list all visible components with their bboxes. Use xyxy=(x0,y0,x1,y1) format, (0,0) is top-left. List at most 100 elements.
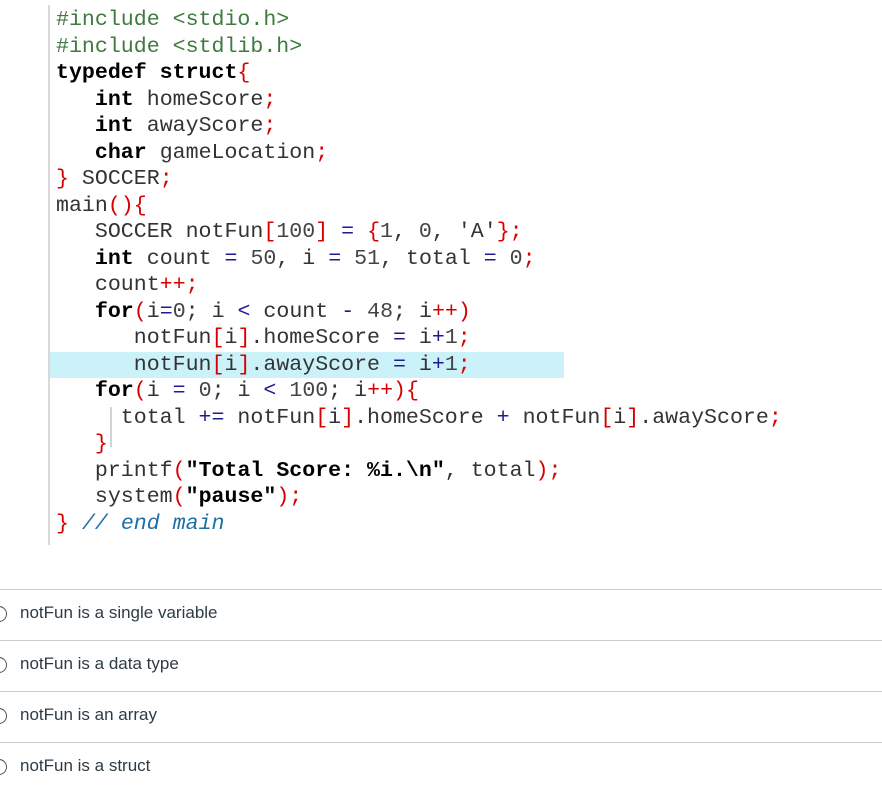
code-token: , xyxy=(393,220,419,244)
radio-button[interactable] xyxy=(0,657,7,673)
code-token: = xyxy=(224,246,238,271)
code-token: = xyxy=(392,326,406,350)
code-token: awayScore xyxy=(133,114,264,138)
code-token: i xyxy=(613,405,627,430)
code-token: , i xyxy=(276,246,329,271)
code-token: = xyxy=(392,352,406,377)
code-line: system("pause"); xyxy=(50,484,302,510)
code-token: ( xyxy=(133,379,147,403)
code-token: notFun xyxy=(56,326,212,350)
code-token: ; xyxy=(315,140,329,165)
code-token: "Total Score: %i.\n" xyxy=(185,458,445,483)
code-token: ] xyxy=(315,220,329,244)
code-token: .awayScore xyxy=(250,352,393,377)
code-token: gameLocation xyxy=(146,140,316,165)
radio-button[interactable] xyxy=(0,708,7,724)
code-token: ; xyxy=(522,246,536,271)
code-token: } xyxy=(94,432,108,456)
code-token: i xyxy=(224,352,238,377)
code-line: int homeScore; xyxy=(50,87,276,113)
code-token: // end main xyxy=(81,511,225,536)
code-token: printf xyxy=(56,458,173,483)
code-token: 0 xyxy=(198,379,212,403)
code-token: ; xyxy=(159,167,173,191)
code-line: count++; xyxy=(50,272,199,298)
code-token: } xyxy=(56,167,69,191)
code-token: main xyxy=(56,193,108,218)
code-token: ] xyxy=(237,326,251,350)
answer-option-label: notFun is a data type xyxy=(20,654,179,673)
code-token: notFun xyxy=(509,405,601,430)
code-token: - xyxy=(341,299,355,324)
code-token: = xyxy=(328,246,342,271)
code-token: int xyxy=(94,114,134,138)
code-token: ++){ xyxy=(367,379,419,403)
code-token: ++; xyxy=(159,273,199,297)
code-token: "pause" xyxy=(185,485,277,509)
code-token: count xyxy=(250,299,342,324)
answer-option[interactable]: notFun is a struct xyxy=(0,742,882,793)
code-token: = xyxy=(328,220,368,244)
code-token: i xyxy=(405,326,432,350)
code-token: #include <stdlib.h> xyxy=(56,34,303,59)
code-token: count xyxy=(133,246,225,271)
radio-button[interactable] xyxy=(0,606,7,622)
code-line: char gameLocation; xyxy=(50,140,328,166)
code-token: ; xyxy=(768,405,782,430)
code-line: #include <stdio.h> xyxy=(50,7,289,33)
code-token: for xyxy=(94,379,134,403)
answer-option-label: notFun is an array xyxy=(20,705,158,724)
code-token: int xyxy=(94,246,134,271)
code-line: SOCCER notFun[100] = {1, 0, 'A'}; xyxy=(50,219,523,245)
code-token: notFun xyxy=(224,405,316,430)
code-token: .homeScore xyxy=(250,326,393,350)
code-token: [ xyxy=(600,405,614,430)
code-token: 1 xyxy=(444,326,458,350)
code-line: typedef struct{ xyxy=(50,60,250,86)
answer-option[interactable]: notFun is a single variable xyxy=(0,589,882,640)
code-token: 1 xyxy=(380,220,393,244)
code-token: = xyxy=(159,299,173,324)
code-token: [ xyxy=(315,405,329,430)
code-token: = xyxy=(483,246,497,271)
code-token: ( xyxy=(172,458,186,483)
answer-option[interactable]: notFun is an array xyxy=(0,691,882,742)
answer-option-label: notFun is a single variable xyxy=(20,603,218,622)
code-token: i xyxy=(224,326,238,350)
code-token: ; i xyxy=(393,299,432,324)
code-token: 0 xyxy=(509,246,523,271)
code-token: }; xyxy=(496,220,523,244)
radio-button[interactable] xyxy=(0,759,7,775)
answer-option[interactable]: notFun is a data type xyxy=(0,640,882,691)
code-token: = xyxy=(172,379,186,403)
code-token: ; xyxy=(263,114,277,138)
code-snippet: #include <stdio.h> #include <stdlib.h> typ… xyxy=(48,5,882,545)
code-token: ] xyxy=(341,405,355,430)
code-token: 48 xyxy=(367,299,394,324)
code-token: ; xyxy=(457,352,471,377)
code-token: , xyxy=(431,220,458,244)
code-token: 50 xyxy=(250,246,277,271)
code-token: 100 xyxy=(289,379,329,403)
code-line: notFun[i].awayScore = i+1; xyxy=(50,351,564,378)
code-line: notFun[i].homeScore = i+1; xyxy=(50,325,471,351)
code-token: .awayScore xyxy=(639,405,769,430)
code-token: ; i xyxy=(211,379,264,403)
code-token: ; xyxy=(263,87,277,112)
code-token: 0 xyxy=(172,299,186,324)
code-token: ; i xyxy=(328,379,368,403)
code-token: ; xyxy=(457,326,471,350)
code-token: { xyxy=(367,220,381,244)
code-line: int count = 50, i = 51, total = 0; xyxy=(50,246,536,272)
code-token: i xyxy=(146,299,160,324)
